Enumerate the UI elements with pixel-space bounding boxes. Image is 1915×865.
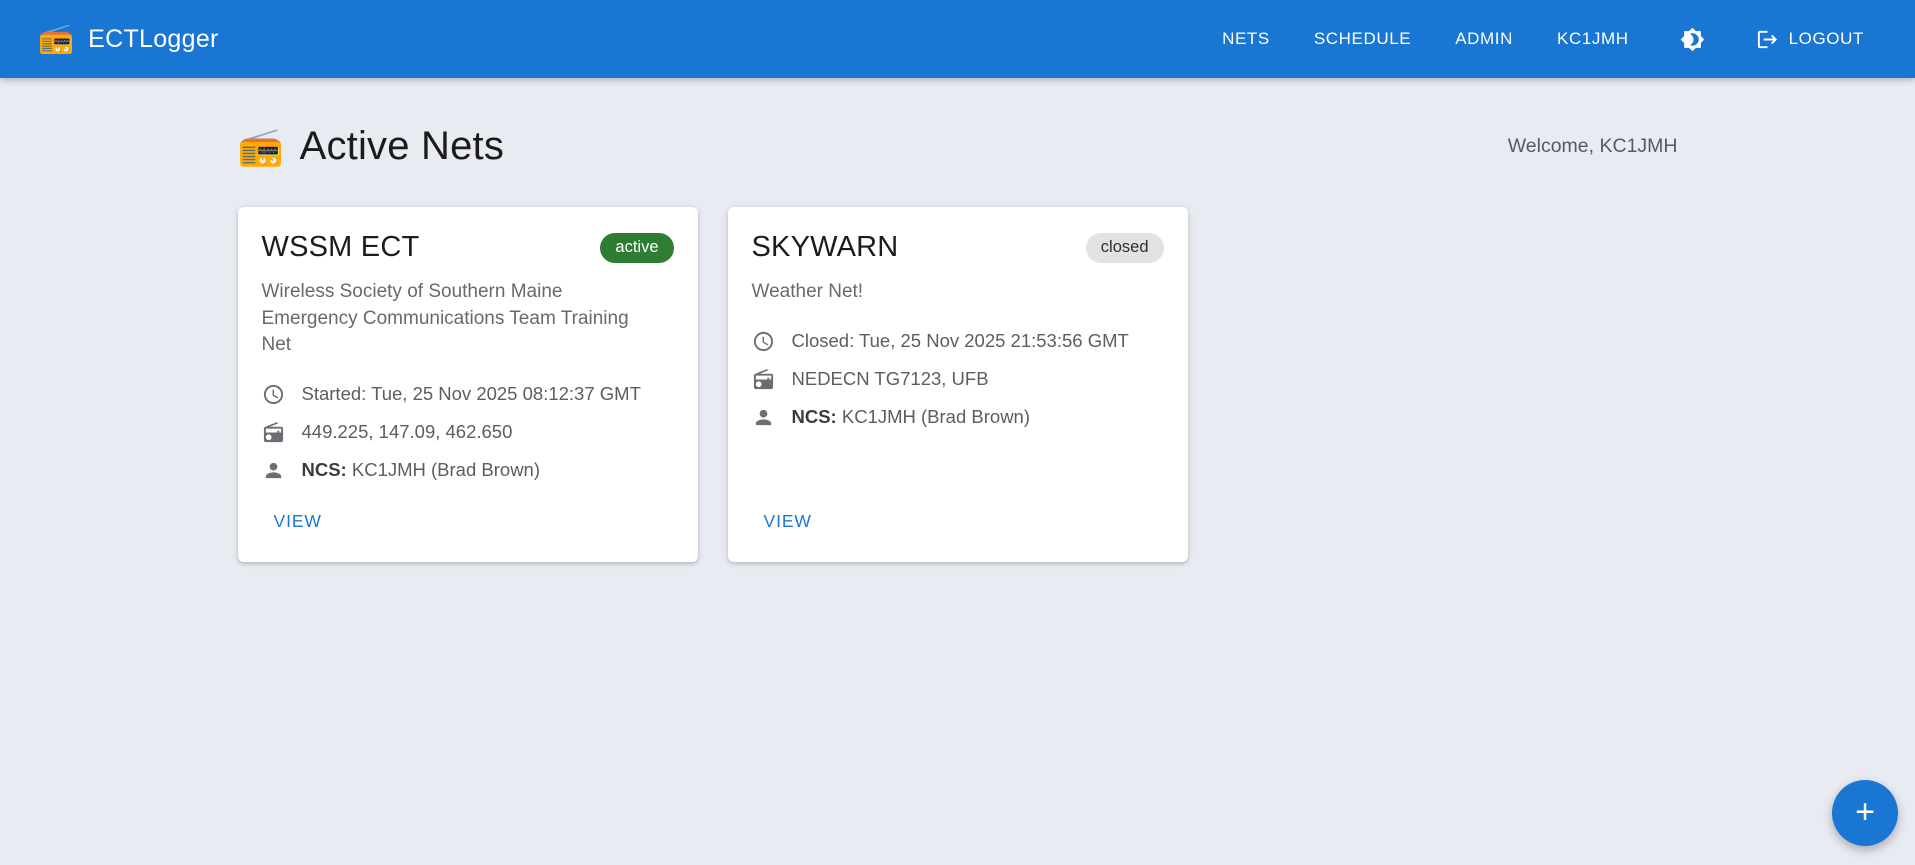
radio-heading-icon: 📻 [238, 128, 284, 165]
card-actions: VIEW [752, 497, 1164, 552]
app-title: ECTLogger [88, 25, 219, 54]
clock-icon [262, 383, 285, 406]
add-net-fab[interactable]: + [1832, 780, 1898, 846]
frequencies-row: 449.225, 147.09, 462.650 [262, 421, 674, 444]
ncs-row: NCS: KC1JMH (Brad Brown) [262, 459, 674, 482]
person-icon [752, 406, 775, 429]
view-button[interactable]: VIEW [264, 503, 332, 540]
radio-logo-icon: 📻 [38, 25, 74, 54]
view-button[interactable]: VIEW [754, 503, 822, 540]
main-content: 📻 Active Nets Welcome, KC1JMH WSSM ECT a… [238, 78, 1678, 562]
page-title-wrap: 📻 Active Nets [238, 124, 505, 169]
net-name: SKYWARN [752, 231, 899, 264]
started-row: Started: Tue, 25 Nov 2025 08:12:37 GMT [262, 383, 674, 406]
frequencies-row: NEDECN TG7123, UFB [752, 368, 1164, 391]
radio-icon [752, 368, 775, 391]
card-header: SKYWARN closed [752, 231, 1164, 264]
app-bar: 📻 ECTLogger NETS SCHEDULE ADMIN KC1JMH L… [0, 0, 1915, 78]
nav-admin[interactable]: ADMIN [1438, 19, 1530, 59]
theme-toggle-button[interactable] [1670, 17, 1715, 62]
logout-button[interactable]: LOGOUT [1739, 18, 1881, 61]
nav-nets[interactable]: NETS [1205, 19, 1287, 59]
net-description: Wireless Society of Southern Maine Emerg… [262, 279, 652, 359]
net-card-wssm-ect: WSSM ECT active Wireless Society of Sout… [238, 207, 698, 562]
net-cards-grid: WSSM ECT active Wireless Society of Sout… [238, 207, 1678, 562]
page-header: 📻 Active Nets Welcome, KC1JMH [238, 124, 1678, 169]
frequencies-text: 449.225, 147.09, 462.650 [302, 421, 513, 443]
page-title: Active Nets [300, 124, 505, 169]
logout-label: LOGOUT [1789, 29, 1864, 49]
net-card-skywarn: SKYWARN closed Weather Net! Closed: Tue,… [728, 207, 1188, 562]
net-name: WSSM ECT [262, 231, 420, 264]
card-header: WSSM ECT active [262, 231, 674, 264]
nav-user-callsign[interactable]: KC1JMH [1540, 19, 1646, 59]
started-text: Started: Tue, 25 Nov 2025 08:12:37 GMT [302, 383, 641, 405]
radio-icon [262, 421, 285, 444]
plus-icon: + [1855, 795, 1875, 829]
net-description: Weather Net! [752, 279, 1142, 306]
brand: 📻 ECTLogger [38, 25, 219, 54]
top-navigation: NETS SCHEDULE ADMIN KC1JMH LOGOUT [1205, 17, 1881, 62]
frequencies-text: NEDECN TG7123, UFB [792, 368, 989, 390]
closed-text: Closed: Tue, 25 Nov 2025 21:53:56 GMT [792, 330, 1129, 352]
nav-schedule[interactable]: SCHEDULE [1297, 19, 1428, 59]
clock-icon [752, 330, 775, 353]
logout-icon [1756, 28, 1779, 51]
welcome-text: Welcome, KC1JMH [1508, 135, 1678, 158]
card-spacer [752, 444, 1164, 497]
ncs-text: NCS: KC1JMH (Brad Brown) [302, 459, 541, 481]
ncs-text: NCS: KC1JMH (Brad Brown) [792, 406, 1031, 428]
ncs-row: NCS: KC1JMH (Brad Brown) [752, 406, 1164, 429]
card-actions: VIEW [262, 497, 674, 552]
person-icon [262, 459, 285, 482]
closed-row: Closed: Tue, 25 Nov 2025 21:53:56 GMT [752, 330, 1164, 353]
net-details: Closed: Tue, 25 Nov 2025 21:53:56 GMT NE… [752, 330, 1164, 444]
status-badge: closed [1086, 233, 1164, 263]
status-badge: active [600, 233, 673, 263]
brightness-icon [1680, 27, 1705, 52]
net-details: Started: Tue, 25 Nov 2025 08:12:37 GMT 4… [262, 383, 674, 497]
